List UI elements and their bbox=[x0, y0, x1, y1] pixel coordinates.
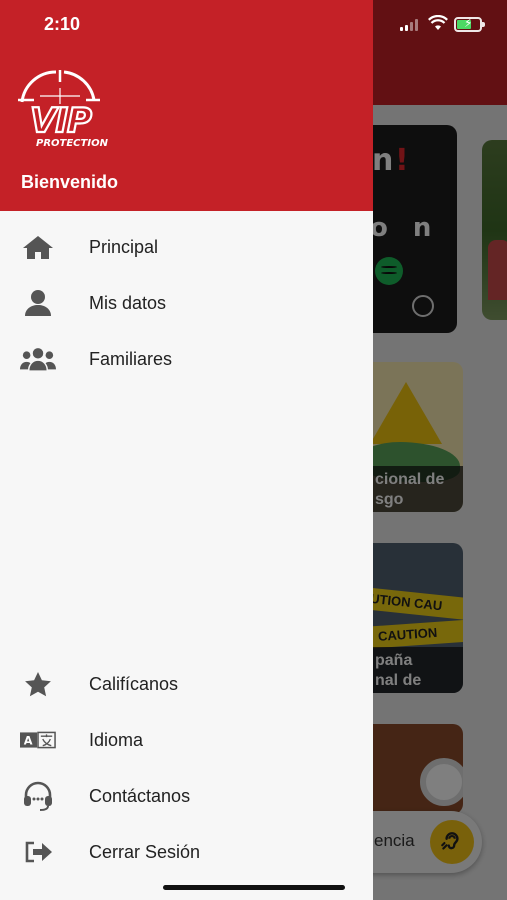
status-time: 2:10 bbox=[44, 14, 81, 34]
status-bar: 2:10 ⚡ bbox=[0, 0, 507, 50]
users-icon bbox=[20, 344, 56, 374]
home-indicator[interactable] bbox=[163, 885, 345, 890]
menu-item-label: Cerrar Sesión bbox=[89, 841, 201, 862]
menu-item-familiares[interactable]: Familiares bbox=[0, 331, 373, 387]
menu-item-calificanos[interactable]: Califícanos bbox=[0, 656, 373, 712]
menu-item-label: Idioma bbox=[89, 729, 144, 750]
svg-text:A: A bbox=[24, 734, 33, 748]
signal-icon bbox=[400, 19, 418, 31]
menu-item-label: Mis datos bbox=[89, 292, 167, 313]
star-icon bbox=[20, 669, 56, 699]
menu-item-label: Principal bbox=[89, 236, 159, 257]
logo-text-vip: VIP bbox=[30, 101, 92, 141]
menu-item-contactanos[interactable]: Contáctanos bbox=[0, 768, 373, 824]
menu-item-label: Califícanos bbox=[89, 673, 179, 694]
wifi-icon bbox=[428, 14, 448, 36]
menu-item-cerrar-sesion[interactable]: Cerrar Sesión bbox=[0, 824, 373, 880]
navigation-drawer: VIP PROTECTION Bienvenido Principal Mis … bbox=[0, 0, 373, 900]
vip-protection-logo: VIP PROTECTION bbox=[18, 70, 109, 149]
home-icon bbox=[20, 232, 56, 262]
welcome-text: Bienvenido bbox=[21, 172, 119, 192]
battery-icon: ⚡ bbox=[454, 16, 485, 32]
headset-icon bbox=[20, 781, 56, 811]
menu-item-principal[interactable]: Principal bbox=[0, 219, 373, 275]
menu-item-idioma[interactable]: A Idioma bbox=[0, 712, 373, 768]
user-icon bbox=[20, 288, 56, 318]
menu-item-mis-datos[interactable]: Mis datos bbox=[0, 275, 373, 331]
menu-item-label: Familiares bbox=[89, 348, 173, 369]
logo-text-protection: PROTECTION bbox=[36, 138, 109, 149]
language-icon: A bbox=[20, 725, 56, 755]
logout-icon bbox=[20, 837, 56, 867]
menu-item-label: Contáctanos bbox=[89, 785, 191, 806]
